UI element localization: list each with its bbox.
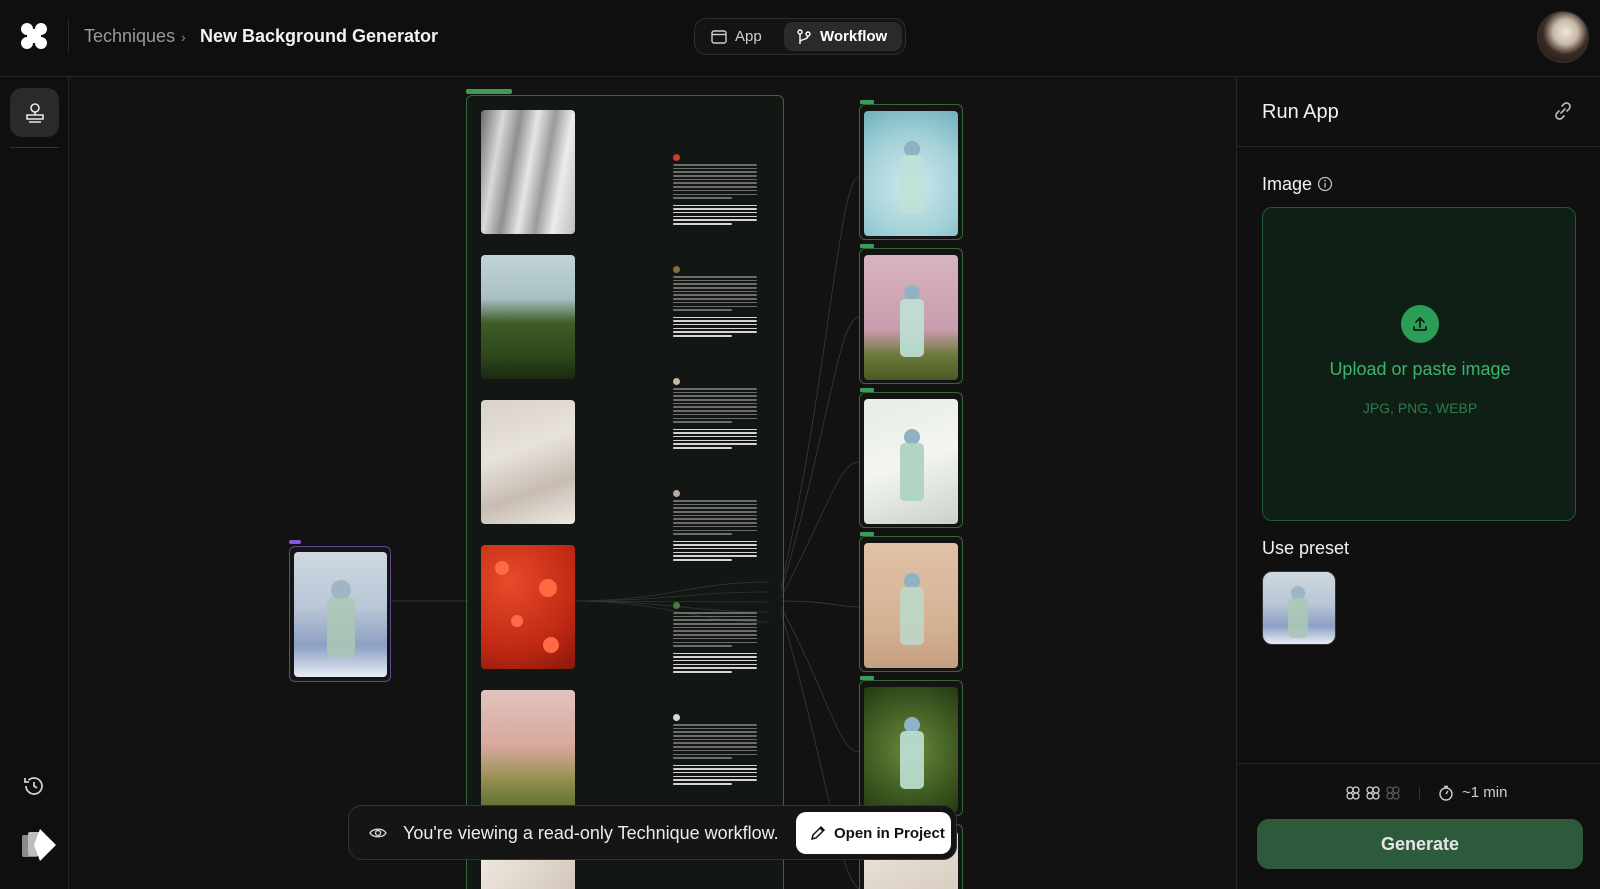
branch-icon [797, 28, 811, 44]
rail-app-runner-button[interactable] [10, 88, 59, 137]
input-image-node[interactable] [289, 546, 391, 682]
eye-icon [369, 828, 387, 838]
prompt-text-2 [673, 266, 757, 339]
prompt-text-1 [673, 154, 757, 227]
banner-message: You're viewing a read-only Technique wor… [403, 823, 779, 843]
prompt-text-5 [673, 602, 757, 675]
panel-divider-bottom [1237, 763, 1600, 764]
pencil-icon [810, 825, 826, 841]
tab-app[interactable]: App [699, 22, 779, 51]
rail-divider [10, 147, 59, 148]
top-bar: Techniques › New Background Generator Ap… [0, 0, 1600, 77]
credit-icon [1346, 785, 1360, 800]
prompt-text-3 [673, 378, 757, 451]
app-logo-icon[interactable] [20, 22, 48, 50]
chevron-right-icon: › [181, 29, 186, 45]
output-node-2[interactable] [859, 244, 963, 384]
panel-title: Run App [1262, 101, 1339, 123]
output-node-5[interactable] [859, 676, 963, 816]
prompt-text-4 [673, 490, 757, 563]
tab-workflow[interactable]: Workflow [784, 22, 902, 51]
page-title: New Background Generator [200, 26, 439, 46]
tab-workflow-label: Workflow [820, 28, 888, 45]
left-rail [0, 77, 69, 889]
bg-thumb-tiles [481, 400, 575, 524]
panel-divider [1237, 146, 1600, 147]
cost-divider [1419, 786, 1420, 799]
image-field-label: Image [1262, 174, 1313, 194]
credit-icon [1366, 785, 1380, 800]
group-tag [466, 89, 512, 94]
image-upload-dropzone[interactable]: Upload or paste image JPG, PNG, WEBP [1262, 207, 1576, 521]
bg-thumb-moss [481, 255, 575, 379]
stamp-icon [25, 102, 44, 123]
upload-button[interactable] [1401, 305, 1439, 343]
bg-thumb-drapery [481, 110, 575, 234]
link-icon[interactable] [1553, 101, 1573, 121]
credit-icon-dim [1386, 785, 1400, 800]
prompt-text-6 [673, 714, 757, 787]
preset-label: Use preset [1262, 538, 1350, 558]
avatar[interactable] [1537, 11, 1589, 63]
open-in-project-label: Open in Project [834, 824, 945, 842]
output-node-1[interactable] [859, 100, 963, 240]
preset-thumbnail[interactable] [1262, 571, 1336, 645]
generate-button[interactable]: Generate [1257, 819, 1583, 869]
info-icon[interactable] [1317, 176, 1333, 192]
open-in-project-button[interactable]: Open in Project [796, 812, 951, 854]
generator-group[interactable] [466, 95, 784, 889]
workflow-canvas[interactable] [69, 77, 1236, 889]
breadcrumb-techniques[interactable]: Techniques [84, 24, 175, 48]
view-toggle: App Workflow [694, 18, 906, 55]
time-estimate: ~1 min [1462, 784, 1508, 801]
input-image-thumbnail [294, 552, 387, 677]
header-divider [68, 20, 69, 52]
read-only-banner: You're viewing a read-only Technique wor… [348, 805, 957, 860]
output-node-4[interactable] [859, 532, 963, 672]
image-node-tag [289, 540, 301, 544]
run-cost: ~1 min [1345, 784, 1507, 801]
tab-app-label: App [735, 28, 762, 45]
output-node-3[interactable] [859, 388, 963, 528]
upload-icon [1413, 317, 1427, 331]
upload-prompt: Upload or paste image [1329, 359, 1511, 379]
bg-thumb-flowers [481, 690, 575, 814]
timer-icon [1439, 785, 1453, 801]
bg-thumb-red-spheres [481, 545, 575, 669]
run-app-panel: Run App Image Upload or paste image JPG,… [1236, 77, 1600, 889]
stacked-cards-logo-icon[interactable] [20, 827, 58, 863]
upload-formats: JPG, PNG, WEBP [1362, 400, 1478, 416]
history-icon[interactable] [22, 774, 46, 798]
window-icon [711, 29, 727, 44]
